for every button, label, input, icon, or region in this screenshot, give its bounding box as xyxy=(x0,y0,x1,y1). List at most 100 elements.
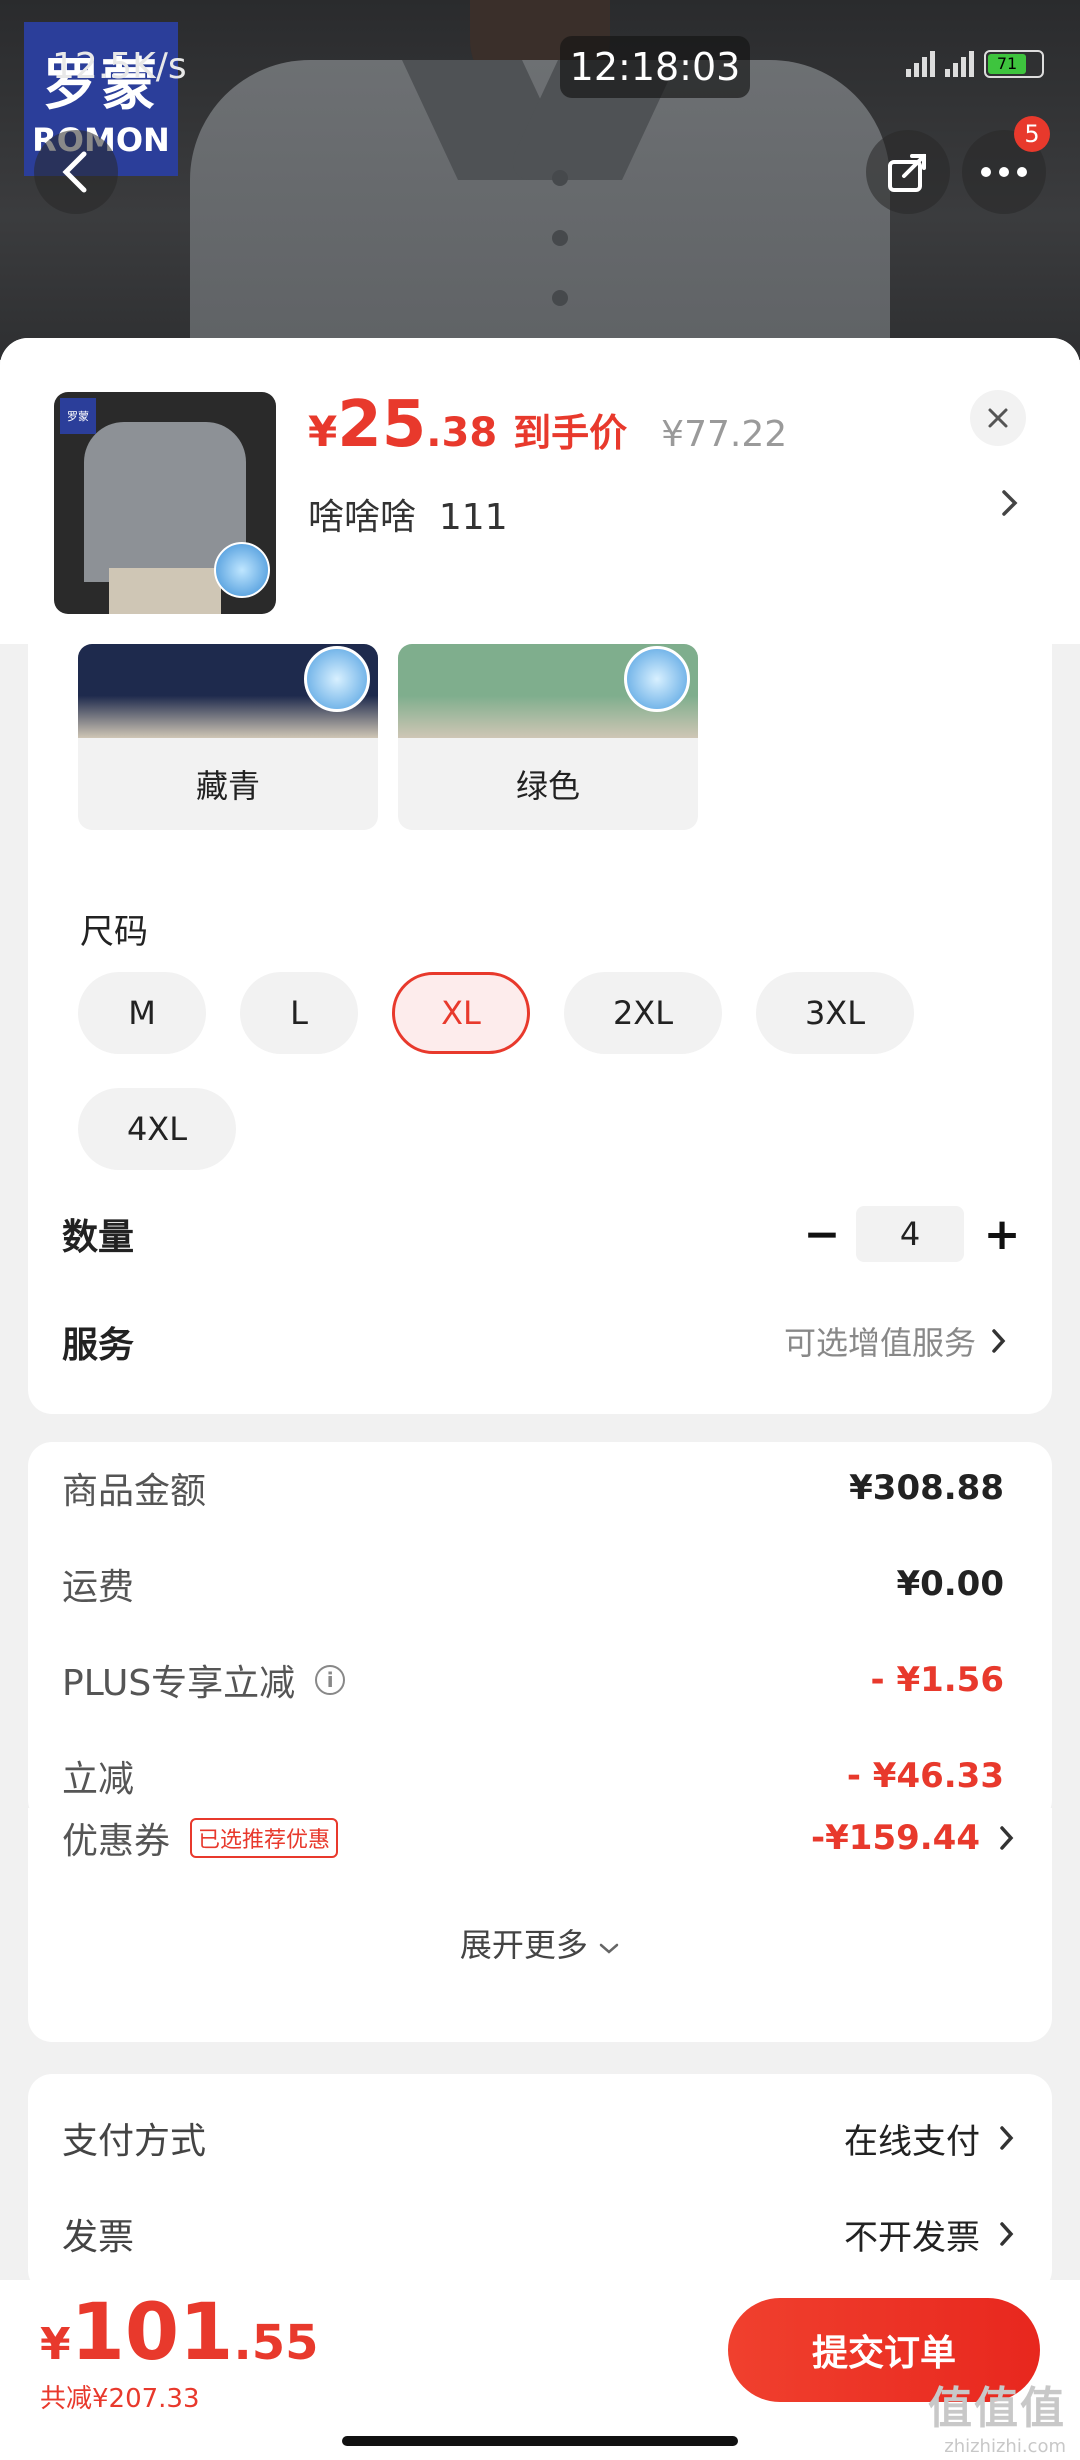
price-row: ¥ 25 .38 到手价 ¥77.22 xyxy=(308,388,787,462)
chevron-right-icon[interactable] xyxy=(1000,486,1020,524)
quantity-stepper: − 4 + xyxy=(798,1206,1038,1262)
info-icon[interactable]: i xyxy=(315,1665,346,1695)
service-hint: 可选增值服务 xyxy=(783,1324,976,1362)
price-integer: 25 xyxy=(337,388,427,462)
plus-discount-row: PLUS专享立减 i - ¥1.56 xyxy=(62,1650,1004,1710)
payment-method-value: 在线支付 xyxy=(844,2121,980,2162)
color-label: 绿色 xyxy=(515,767,580,805)
total-saved: 共减¥207.33 xyxy=(40,2384,200,2414)
coupon-row[interactable]: 优惠券 已选推荐优惠 -¥159.44 xyxy=(62,1808,1016,1868)
signal-icon xyxy=(906,51,935,77)
size-option-xl[interactable]: XL xyxy=(392,972,530,1054)
coupon-tag: 已选推荐优惠 xyxy=(190,1818,339,1858)
signal-icon xyxy=(945,51,974,77)
size-option-m[interactable]: M xyxy=(78,972,206,1054)
notification-badge: 5 xyxy=(1014,116,1050,152)
back-button[interactable] xyxy=(34,130,118,214)
quantity-minus-button[interactable]: − xyxy=(798,1209,846,1260)
price-symbol: ¥ xyxy=(308,407,338,456)
total-decimal: .55 xyxy=(233,2315,319,2371)
variant-code: 111 xyxy=(438,497,508,538)
home-indicator[interactable] xyxy=(342,2436,738,2446)
quantity-label: 数量 xyxy=(62,1217,135,1258)
sheet-header: 罗蒙 ¥ 25 .38 到手价 ¥77.22 啥啥啥 111 xyxy=(0,338,1080,644)
color-option-navy[interactable]: 藏青 xyxy=(78,644,378,830)
cooling-badge-icon xyxy=(624,646,690,712)
goods-amount-value: ¥308.88 xyxy=(849,1468,1004,1508)
service-label: 服务 xyxy=(62,1325,135,1366)
quantity-input[interactable]: 4 xyxy=(856,1206,964,1262)
battery-icon: 71 xyxy=(984,50,1044,78)
shipping-row: 运费 ¥0.00 xyxy=(62,1554,1004,1614)
chevron-right-icon xyxy=(1000,2126,1014,2150)
share-icon xyxy=(888,154,926,192)
color-label: 藏青 xyxy=(195,767,260,805)
quantity-plus-button[interactable]: + xyxy=(978,1209,1026,1260)
cooling-badge-icon xyxy=(214,542,270,598)
clock: 12:18:03 xyxy=(560,36,750,98)
shirt-button xyxy=(552,290,568,306)
goods-amount-label: 商品金额 xyxy=(62,1471,207,1512)
price-decimal: .38 xyxy=(426,410,498,456)
instant-discount-row: 立减 - ¥46.33 xyxy=(62,1746,1004,1806)
total-price: ¥ 101 .55 xyxy=(40,2288,318,2378)
plus-discount-label: PLUS专享立减 xyxy=(62,1663,296,1704)
chevron-right-icon xyxy=(992,1329,1006,1353)
invoice-label: 发票 xyxy=(62,2217,135,2258)
total-symbol: ¥ xyxy=(40,2319,71,2370)
price-summary-card: 商品金额 ¥308.88 运费 ¥0.00 PLUS专享立减 i - ¥1.56 … xyxy=(28,1442,1052,1824)
shirt-button xyxy=(552,230,568,246)
expand-more-label: 展开更多 xyxy=(459,1926,588,1964)
chevron-right-icon xyxy=(1000,1826,1014,1850)
payment-method-label: 支付方式 xyxy=(62,2121,207,2162)
chevron-right-icon xyxy=(1000,2222,1014,2246)
total-integer: 101 xyxy=(70,2288,234,2378)
payment-method-row[interactable]: 支付方式 在线支付 xyxy=(62,2108,1016,2168)
size-option-4xl[interactable]: 4XL xyxy=(78,1088,236,1170)
coupon-label: 优惠券 xyxy=(62,1821,171,1862)
close-button[interactable] xyxy=(970,390,1026,446)
chevron-left-icon xyxy=(62,151,87,193)
shipping-value: ¥0.00 xyxy=(896,1564,1004,1604)
invoice-row[interactable]: 发票 不开发票 xyxy=(62,2204,1016,2264)
checkout-bar: ¥ 101 .55 共减¥207.33 提交订单 值值值 zhizhizhi.c… xyxy=(0,2280,1080,2460)
instant-discount-value: - ¥46.33 xyxy=(846,1756,1004,1796)
size-option-2xl[interactable]: 2XL xyxy=(564,972,722,1054)
watermark-text: 值值值 xyxy=(928,2383,1066,2434)
more-dots-icon xyxy=(981,167,1027,177)
more-button[interactable]: 5 xyxy=(962,116,1050,214)
shipping-label: 运费 xyxy=(62,1567,135,1608)
coupon-card: 优惠券 已选推荐优惠 -¥159.44 展开更多 xyxy=(28,1808,1052,2042)
size-title: 尺码 xyxy=(80,912,148,952)
payment-card: 支付方式 在线支付 发票 不开发票 xyxy=(28,2074,1052,2294)
close-icon xyxy=(988,408,1008,428)
options-card: 藏青 绿色 尺码 M L XL 2XL 3XL 4XL 数量 − 4 + 服务 … xyxy=(28,644,1052,1414)
service-selector[interactable]: 可选增值服务 xyxy=(784,1318,1008,1364)
expand-more-button[interactable]: 展开更多 xyxy=(28,1920,1052,1966)
status-bar: 12.5K/s 12:18:03 71 xyxy=(0,36,1080,100)
chevron-down-icon xyxy=(599,1943,619,1954)
goods-amount-row: 商品金额 ¥308.88 xyxy=(62,1458,1004,1518)
thumb-brand-logo: 罗蒙 xyxy=(60,398,96,434)
coupon-value: -¥159.44 xyxy=(811,1818,980,1858)
network-speed: 12.5K/s xyxy=(52,46,187,87)
price-tag: 到手价 xyxy=(513,411,628,455)
original-price: ¥77.22 xyxy=(661,414,788,455)
share-button[interactable] xyxy=(866,130,950,214)
instant-discount-label: 立减 xyxy=(62,1759,135,1800)
cooling-badge-icon xyxy=(304,646,370,712)
watermark-url: zhizhizhi.com xyxy=(944,2436,1066,2457)
thumb-pants xyxy=(109,568,221,614)
shirt-button xyxy=(552,170,568,186)
size-option-l[interactable]: L xyxy=(240,972,358,1054)
color-option-green[interactable]: 绿色 xyxy=(398,644,698,830)
size-option-3xl[interactable]: 3XL xyxy=(756,972,914,1054)
plus-discount-value: - ¥1.56 xyxy=(870,1660,1005,1700)
product-thumbnail[interactable]: 罗蒙 xyxy=(54,392,276,614)
watermark: 值值值 zhizhizhi.com xyxy=(928,2372,1066,2457)
variant-name: 啥啥啥 xyxy=(308,497,417,538)
status-icons: 71 xyxy=(906,50,1044,78)
order-sheet: 罗蒙 ¥ 25 .38 到手价 ¥77.22 啥啥啥 111 藏青 绿色 尺码 … xyxy=(0,338,1080,2460)
selected-variant[interactable]: 啥啥啥 111 xyxy=(308,488,508,540)
invoice-value: 不开发票 xyxy=(844,2217,980,2258)
